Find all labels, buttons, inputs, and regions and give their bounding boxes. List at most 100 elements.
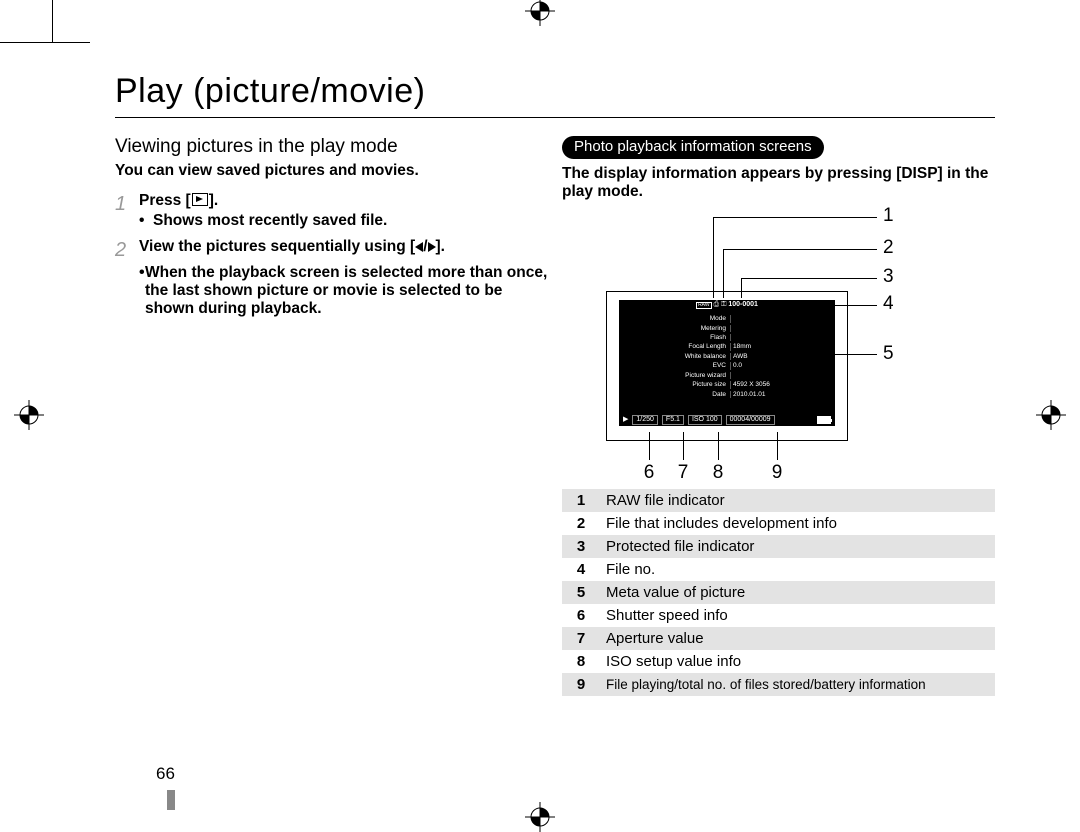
registration-mark-top <box>525 0 555 26</box>
section-heading-viewing: Viewing pictures in the play mode <box>115 136 548 158</box>
step-2-prefix: View the pictures sequentially using [ <box>139 238 415 255</box>
legend-row: 5Meta value of picture <box>562 581 995 604</box>
meta-value: AWB <box>730 353 790 360</box>
key-icon: ⚿ <box>721 301 726 308</box>
step-1-bullet-text: Shows most recently saved file. <box>153 212 548 230</box>
step-2-suffix: ]. <box>436 238 445 255</box>
legend-number: 9 <box>562 673 600 696</box>
crop-mark-vertical <box>52 0 53 42</box>
nav-left-icon <box>415 242 423 252</box>
legend-number: 3 <box>562 535 600 558</box>
callout-1: 1 <box>883 205 894 227</box>
legend-number: 5 <box>562 581 600 604</box>
meta-label: Picture size <box>664 381 728 388</box>
meta-label: Picture wizard <box>664 372 728 379</box>
legend-row: 7Aperture value <box>562 627 995 650</box>
page-title: Play (picture/movie) <box>115 72 995 118</box>
legend-row: 4File no. <box>562 558 995 581</box>
step-1: 1 Press []. • Shows most recently saved … <box>115 192 548 230</box>
meta-value <box>730 334 790 341</box>
nav-right-icon <box>428 242 436 252</box>
meta-label: White balance <box>664 353 728 360</box>
display-bottom-row: ▶ 1/250 F5.1 ISO 100 00004/00009 <box>619 414 835 426</box>
display-top-row: RAW ⎙ ⚿ 100-0001 <box>619 300 835 309</box>
legend-description: RAW file indicator <box>600 489 995 512</box>
callout-4: 4 <box>883 293 894 315</box>
meta-label: EVC <box>664 362 728 369</box>
registration-mark-right <box>1036 400 1066 430</box>
legend-row: 8ISO setup value info <box>562 650 995 673</box>
meta-label: Date <box>664 391 728 398</box>
legend-number: 1 <box>562 489 600 512</box>
legend-table: 1RAW file indicator2File that includes d… <box>562 489 995 696</box>
battery-icon <box>817 416 831 424</box>
legend-description: File that includes development info <box>600 512 995 535</box>
legend-row: 1RAW file indicator <box>562 489 995 512</box>
callout-2: 2 <box>883 237 894 259</box>
legend-description: File playing/total no. of files stored/b… <box>600 673 995 696</box>
meta-value: 0.0 <box>730 362 790 369</box>
page-content: Play (picture/movie) Viewing pictures in… <box>115 72 995 696</box>
play-icon <box>192 193 208 206</box>
crop-mark-horizontal <box>0 42 90 43</box>
printer-icon: ⎙ <box>714 301 720 308</box>
step-number: 2 <box>115 238 139 262</box>
legend-row: 2File that includes development info <box>562 512 995 535</box>
step-1-instruction: Press []. <box>139 192 548 210</box>
registration-mark-bottom <box>525 802 555 832</box>
legend-row: 3Protected file indicator <box>562 535 995 558</box>
aperture-value: F5.1 <box>662 415 684 425</box>
file-counter: 00004/00009 <box>726 415 775 425</box>
left-column: Viewing pictures in the play mode You ca… <box>115 136 562 696</box>
file-number: 100-0001 <box>728 301 758 308</box>
legend-description: Meta value of picture <box>600 581 995 604</box>
legend-number: 8 <box>562 650 600 673</box>
legend-number: 2 <box>562 512 600 535</box>
right-intro-text: The display information appears by press… <box>562 165 995 201</box>
legend-description: Shutter speed info <box>600 604 995 627</box>
intro-text: You can view saved pictures and movies. <box>115 162 548 180</box>
step-2-bullet-wrap: • When the playback screen is selected m… <box>115 264 548 318</box>
step-1-prefix: Press [ <box>139 192 191 209</box>
camera-display-screen: RAW ⎙ ⚿ 100-0001 ModeMeteringFlashFocal … <box>619 300 835 426</box>
meta-label: Flash <box>664 334 728 341</box>
legend-row: 9File playing/total no. of files stored/… <box>562 673 995 696</box>
meta-value <box>730 372 790 379</box>
step-number: 1 <box>115 192 139 230</box>
meta-value <box>730 325 790 332</box>
callout-9: 9 <box>767 462 787 484</box>
step-1-suffix: ]. <box>209 192 218 209</box>
meta-value: 4592 X 3056 <box>730 381 790 388</box>
page-number: 66 <box>156 764 175 784</box>
meta-table: ModeMeteringFlashFocal Length18mmWhite b… <box>662 313 792 400</box>
step-2-instruction: View the pictures sequentially using [/]… <box>139 238 548 256</box>
meta-label: Metering <box>664 325 728 332</box>
display-diagram: 1 2 3 4 5 6 7 8 9 RAW ⎙ ⚿ 100-0001 <box>562 205 995 485</box>
callout-3: 3 <box>883 266 894 288</box>
legend-description: Aperture value <box>600 627 995 650</box>
legend-number: 6 <box>562 604 600 627</box>
camera-display-frame: RAW ⎙ ⚿ 100-0001 ModeMeteringFlashFocal … <box>606 291 848 441</box>
callout-5: 5 <box>883 343 894 365</box>
legend-number: 7 <box>562 627 600 650</box>
page-thumb-mark <box>167 790 175 810</box>
legend-description: File no. <box>600 558 995 581</box>
meta-value: 2010.01.01 <box>730 391 790 398</box>
shutter-speed: 1/250 <box>632 415 658 425</box>
bullet-dot: • <box>139 212 153 230</box>
legend-description: ISO setup value info <box>600 650 995 673</box>
meta-label: Focal Length <box>664 343 728 350</box>
step-2: 2 View the pictures sequentially using [… <box>115 238 548 262</box>
callout-7: 7 <box>673 462 693 484</box>
iso-value: ISO 100 <box>688 415 722 425</box>
legend-description: Protected file indicator <box>600 535 995 558</box>
meta-value: 18mm <box>730 343 790 350</box>
callout-6: 6 <box>639 462 659 484</box>
registration-mark-left <box>14 400 44 430</box>
legend-number: 4 <box>562 558 600 581</box>
section-pill-photo-playback: Photo playback information screens <box>562 136 824 159</box>
meta-value <box>730 315 790 322</box>
raw-indicator-icon: RAW <box>696 302 711 309</box>
step-2-bullet-text: When the playback screen is selected mor… <box>145 264 548 318</box>
callout-8: 8 <box>708 462 728 484</box>
